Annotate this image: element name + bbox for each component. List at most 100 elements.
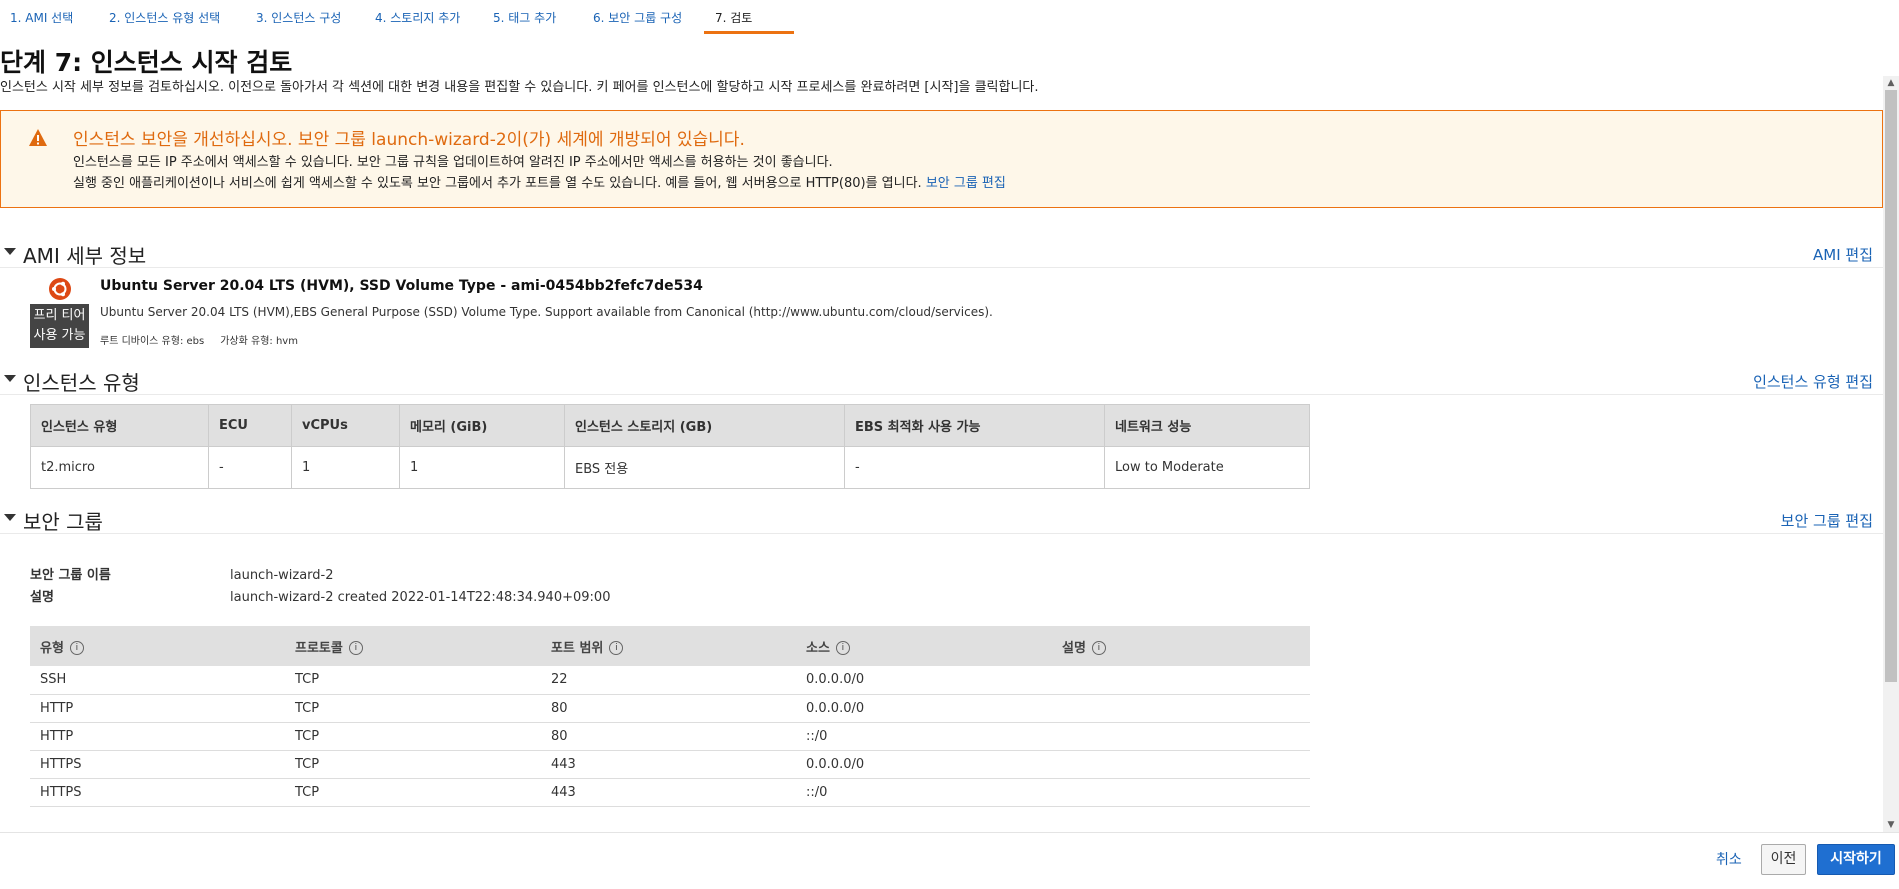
column-header: 메모리 (GiB) [399, 404, 565, 447]
column-header: ECU [208, 404, 292, 447]
launch-button[interactable]: 시작하기 [1817, 844, 1895, 875]
scroll-down-icon[interactable]: ▼ [1886, 820, 1896, 830]
table-row: HTTP TCP 80 ::/0 [30, 722, 1310, 751]
cancel-button[interactable]: 취소 [1716, 849, 1742, 869]
edit-ami-link[interactable]: AMI 편집 [1813, 244, 1873, 265]
table-header-row: 유형 i 프로토콜 i 포트 범위 i 소스 i 설명 i [30, 626, 1310, 666]
rule-port: 80 [541, 722, 796, 751]
column-header-source: 소스 i [796, 626, 1052, 666]
step-ami-select[interactable]: 1. AMI 선택 [10, 9, 73, 26]
free-tier-badge: 프리 티어 사용 가능 [30, 304, 89, 348]
ami-name: Ubuntu Server 20.04 LTS (HVM), SSD Volum… [100, 278, 703, 294]
wizard-footer: 취소 이전 시작하기 [0, 832, 1899, 889]
wizard-steps: 1. AMI 선택 2. 인스턴스 유형 선택 3. 인스턴스 구성 4. 스토… [0, 0, 1899, 34]
page-title: 단계 7: 인스턴스 시작 검토 [0, 48, 293, 77]
vertical-scrollbar[interactable]: ▲ ▼ [1883, 76, 1899, 832]
warning-line-2-text: 실행 중인 애플리케이션이나 서비스에 쉽게 액세스할 수 있도록 보안 그룹에… [73, 176, 922, 191]
rule-description [1052, 750, 1310, 779]
instance-type-section-header: 인스턴스 유형 인스턴스 유형 편집 [0, 365, 1883, 395]
rule-protocol: TCP [285, 694, 541, 723]
security-group-name-label: 보안 그룹 이름 [30, 568, 111, 583]
column-header-type: 유형 i [30, 626, 285, 666]
ami-description: Ubuntu Server 20.04 LTS (HVM),EBS Genera… [100, 305, 993, 319]
info-icon[interactable]: i [348, 641, 363, 655]
page-description: 인스턴스 시작 세부 정보를 검토하십시오. 이전으로 돌아가서 각 섹션에 대… [0, 80, 1039, 95]
scroll-up-icon[interactable]: ▲ [1886, 78, 1896, 88]
rule-description [1052, 722, 1310, 751]
collapse-caret-icon[interactable] [4, 514, 16, 521]
security-group-name-value: launch-wizard-2 [230, 568, 334, 583]
ami-section-title: AMI 세부 정보 [23, 244, 147, 268]
active-step-indicator [704, 31, 794, 34]
ubuntu-logo-icon [49, 278, 71, 300]
collapse-caret-icon[interactable] [4, 248, 16, 255]
edit-security-group-link[interactable]: 보안 그룹 편집 [1781, 510, 1873, 531]
rule-protocol: TCP [285, 722, 541, 751]
table-cell: 1 [291, 446, 400, 489]
table-row: HTTPS TCP 443 ::/0 [30, 778, 1310, 807]
warning-triangle-icon [29, 129, 47, 146]
ami-meta: 루트 디바이스 유형: ebs 가상화 유형: hvm [100, 332, 298, 347]
ami-section-header: AMI 세부 정보 AMI 편집 [0, 238, 1883, 268]
info-icon[interactable]: i [1091, 641, 1106, 655]
previous-button[interactable]: 이전 [1761, 844, 1806, 875]
instance-type-section-title: 인스턴스 유형 [23, 371, 140, 395]
step-configure-instance[interactable]: 3. 인스턴스 구성 [256, 9, 341, 26]
free-tier-line-2: 사용 가능 [33, 328, 86, 343]
step-add-tags[interactable]: 5. 태그 추가 [493, 9, 556, 26]
info-icon[interactable]: i [69, 641, 84, 655]
rule-port: 443 [541, 750, 796, 779]
security-group-desc-row: 설명 launch-wizard-2 created 2022-01-14T22:… [30, 586, 610, 605]
column-header-label: 소스 [806, 640, 830, 656]
security-group-desc-value: launch-wizard-2 created 2022-01-14T22:48… [230, 590, 611, 605]
column-header-label: 유형 [40, 640, 64, 656]
security-group-section-title: 보안 그룹 [23, 510, 103, 534]
info-icon[interactable]: i [609, 641, 624, 655]
column-header-description: 설명 i [1052, 626, 1310, 666]
rule-type: HTTP [30, 694, 285, 723]
edit-security-group-link[interactable]: 보안 그룹 편집 [926, 176, 1006, 191]
rule-description [1052, 666, 1310, 695]
table-cell: 1 [399, 446, 565, 489]
collapse-caret-icon[interactable] [4, 375, 16, 382]
rule-type: SSH [30, 666, 285, 695]
column-header: 인스턴스 스토리지 (GB) [564, 404, 845, 447]
rule-port: 22 [541, 666, 796, 695]
rule-source: 0.0.0.0/0 [796, 750, 1052, 779]
rule-type: HTTPS [30, 778, 285, 807]
rule-protocol: TCP [285, 778, 541, 807]
table-cell: - [208, 446, 292, 489]
warning-title: 인스턴스 보안을 개선하십시오. 보안 그룹 launch-wizard-2이(… [73, 130, 745, 150]
scroll-thumb[interactable] [1885, 90, 1897, 682]
table-row: HTTPS TCP 443 0.0.0.0/0 [30, 750, 1310, 779]
column-header: vCPUs [291, 404, 400, 447]
step-security-group[interactable]: 6. 보안 그룹 구성 [593, 9, 682, 26]
step-add-storage[interactable]: 4. 스토리지 추가 [375, 9, 460, 26]
table-cell: - [844, 446, 1105, 489]
column-header-protocol: 프로토콜 i [285, 626, 541, 666]
info-icon[interactable]: i [835, 641, 850, 655]
security-group-name-row: 보안 그룹 이름 launch-wizard-2 [30, 564, 334, 583]
rule-source: ::/0 [796, 778, 1052, 807]
edit-instance-type-link[interactable]: 인스턴스 유형 편집 [1753, 371, 1873, 392]
column-header-label: 프로토콜 [295, 640, 343, 656]
rule-description [1052, 778, 1310, 807]
security-group-section-header: 보안 그룹 보안 그룹 편집 [0, 504, 1883, 534]
root-device-type: 루트 디바이스 유형: ebs [100, 336, 205, 347]
step-review[interactable]: 7. 검토 [715, 9, 752, 26]
warning-line-1: 인스턴스를 모든 IP 주소에서 액세스할 수 있습니다. 보안 그룹 규칙을 … [73, 155, 833, 170]
table-cell: EBS 전용 [564, 446, 845, 489]
column-header: 인스턴스 유형 [30, 404, 209, 447]
step-instance-type[interactable]: 2. 인스턴스 유형 선택 [109, 9, 220, 26]
table-cell: Low to Moderate [1104, 446, 1310, 489]
column-header: 네트워크 성능 [1104, 404, 1310, 447]
rule-protocol: TCP [285, 750, 541, 779]
table-row: HTTP TCP 80 0.0.0.0/0 [30, 694, 1310, 723]
table-header-row: 인스턴스 유형 ECU vCPUs 메모리 (GiB) 인스턴스 스토리지 (G… [30, 404, 1310, 447]
column-header-label: 포트 범위 [551, 640, 604, 656]
table-row: SSH TCP 22 0.0.0.0/0 [30, 666, 1310, 695]
table-row: t2.micro - 1 1 EBS 전용 - Low to Moderate [30, 446, 1310, 489]
column-header-label: 설명 [1062, 640, 1086, 656]
free-tier-line-1: 프리 티어 [33, 308, 86, 323]
virtualization-type: 가상화 유형: hvm [220, 336, 298, 347]
